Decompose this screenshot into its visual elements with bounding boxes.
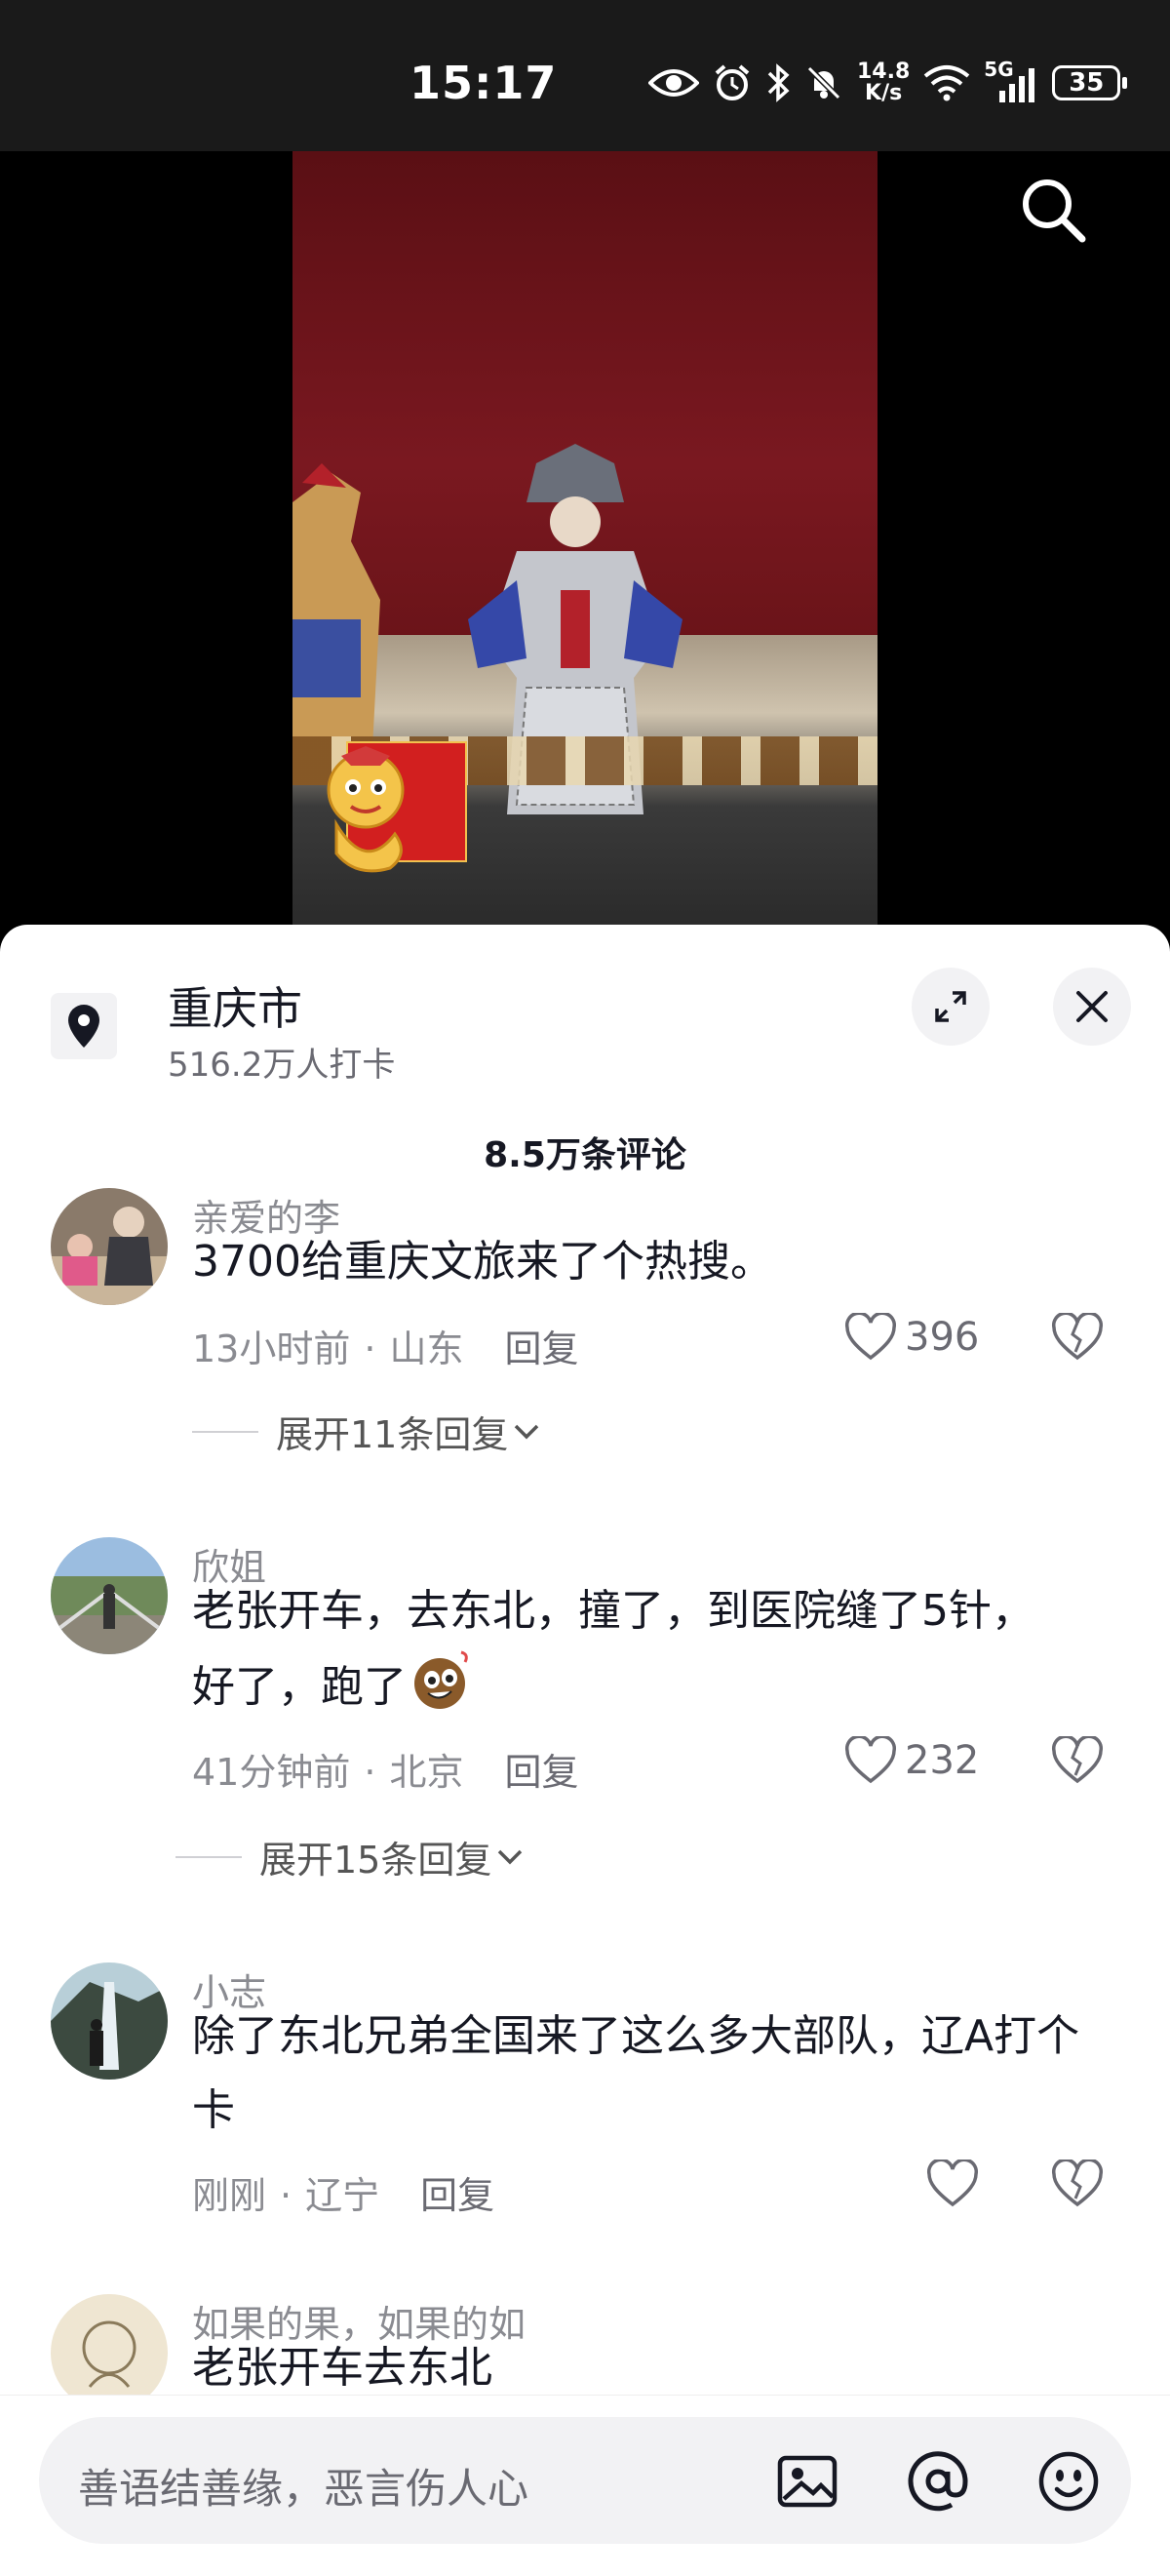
expand-button[interactable]: [912, 968, 990, 1046]
avatar-image: [51, 2294, 168, 2411]
avatar[interactable]: [51, 1537, 168, 1654]
expand-replies-button[interactable]: 展开11条回复: [192, 1405, 541, 1458]
comment-meta: 41分钟前 · 北京 回复: [192, 1742, 578, 1796]
like-count: 232: [905, 1738, 980, 1783]
location-checkins: 516.2万人打卡: [168, 1046, 396, 1085]
comment-text: 除了东北兄弟全国来了这么多大部队，辽A打个卡: [192, 2011, 1080, 2135]
expand-replies-label: 展开11条回复: [276, 1413, 509, 1456]
cell-signal-icon: [999, 68, 1035, 102]
comment-meta: 13小时前 · 山东 回复: [192, 1319, 578, 1372]
comment-input-bar: 善语结善缘，恶言伤人心: [0, 2395, 1170, 2576]
broken-heart-icon[interactable]: [1051, 1313, 1104, 1362]
comment-input-placeholder[interactable]: 善语结善缘，恶言伤人心: [78, 2456, 528, 2516]
comment-region: 山东: [389, 1328, 464, 1370]
avatar-image: [51, 1537, 168, 1654]
avatar[interactable]: [51, 1962, 168, 2080]
comment-time: 13小时前: [192, 1328, 351, 1370]
comments-count: 8.5万条评论: [484, 1135, 686, 1175]
avatar[interactable]: [51, 1188, 168, 1305]
image-icon[interactable]: [772, 2446, 842, 2517]
comment-time: 刚刚: [192, 2174, 267, 2217]
heart-icon: [927, 2160, 978, 2207]
at-icon[interactable]: [903, 2446, 973, 2517]
avatar-image: [51, 1962, 168, 2080]
emoji-icon[interactable]: [1034, 2446, 1104, 2517]
comment-text: 老张开车，去东北，撞了，到医院缝了5针，好了，跑了: [192, 1574, 1050, 1724]
search-icon[interactable]: [1014, 171, 1092, 249]
reply-button[interactable]: 回复: [504, 1328, 578, 1370]
broken-heart-icon[interactable]: [1051, 2160, 1104, 2208]
broken-heart-icon[interactable]: [1051, 1736, 1104, 1785]
reply-button[interactable]: 回复: [420, 2174, 494, 2217]
snake-mascot-icon[interactable]: [312, 746, 419, 873]
expand-replies-button[interactable]: 展开15条回复: [176, 1830, 525, 1883]
meta-separator: ·: [280, 2174, 292, 2217]
location-pin-glyph: [68, 1005, 99, 1048]
status-icons: 14.8 K/s 5G 35: [648, 54, 1128, 112]
chevron-down-icon: [515, 1424, 539, 1439]
heart-icon: [845, 1736, 896, 1784]
meta-separator: ·: [364, 1751, 376, 1794]
like-count: 396: [905, 1315, 980, 1360]
wifi-icon: [924, 65, 970, 101]
comment-text-content: 老张开车，去东北，撞了，到医院缝了5针，好了，跑了: [192, 1586, 1034, 1712]
divider-line: [176, 1855, 242, 1858]
comment-region: 辽宁: [305, 2174, 380, 2217]
eye-icon: [648, 69, 699, 97]
divider-line: [192, 1430, 258, 1433]
alarm-icon: [715, 64, 750, 100]
comments-sheet: 重庆市 516.2万人打卡 8.5万条评论 亲爱的李 3700给重庆文旅来了个热…: [0, 925, 1170, 2575]
comment-region: 北京: [389, 1751, 464, 1794]
reply-button[interactable]: 回复: [504, 1751, 578, 1794]
location-name[interactable]: 重庆市: [168, 973, 302, 1038]
status-bar: 15:17 14.8 K/s 5G 35: [0, 0, 1170, 151]
close-button[interactable]: [1053, 968, 1131, 1046]
expand-replies-label: 展开15条回复: [259, 1839, 492, 1882]
like-button[interactable]: 232: [844, 1736, 979, 1785]
meta-separator: ·: [364, 1328, 376, 1370]
like-button[interactable]: 396: [844, 1313, 979, 1362]
cell-signal: 5G: [984, 58, 1038, 102]
close-icon: [1076, 991, 1108, 1022]
comment-text: 3700给重庆文旅来了个热搜。: [192, 1237, 773, 1287]
location-pin-icon[interactable]: [51, 993, 117, 1059]
expand-icon: [935, 991, 966, 1022]
heart-icon: [845, 1313, 896, 1361]
avatar-image: [51, 1188, 168, 1305]
chevron-down-icon: [498, 1849, 523, 1864]
like-button[interactable]: [926, 2160, 987, 2208]
net-speed-unit: K/s: [865, 81, 903, 105]
video-player[interactable]: [0, 151, 1170, 931]
net-speed-value: 14.8: [857, 59, 911, 84]
avatar[interactable]: [51, 2294, 168, 2411]
net-speed: 14.8 K/s: [857, 61, 910, 104]
status-time: 15:17: [410, 57, 558, 109]
battery-indicator: 35: [1052, 65, 1128, 100]
bluetooth-icon: [767, 63, 790, 102]
comment-time: 41分钟前: [192, 1751, 351, 1794]
video-frame[interactable]: [292, 151, 878, 931]
mute-bell-icon: [806, 65, 841, 100]
laughing-emoji-icon: [414, 1650, 468, 1709]
comment-meta: 刚刚 · 辽宁 回复: [192, 2165, 494, 2219]
comment-input[interactable]: 善语结善缘，恶言伤人心: [39, 2417, 1131, 2544]
